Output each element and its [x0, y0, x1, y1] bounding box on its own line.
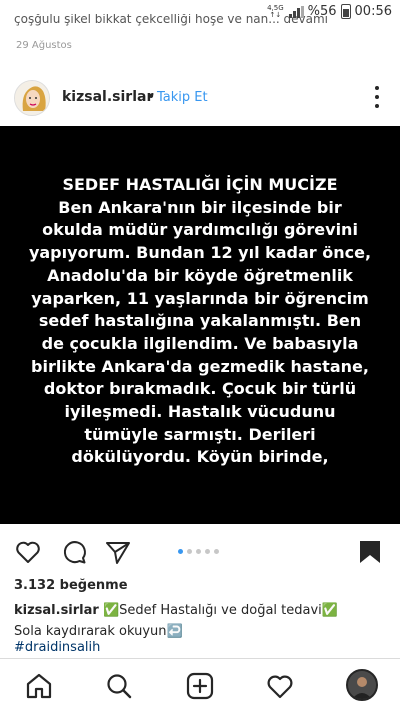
avatar[interactable] [14, 80, 50, 116]
add-post-icon[interactable] [185, 671, 215, 701]
battery-icon [340, 4, 351, 19]
post-actions [0, 532, 400, 572]
clock: 00:56 [354, 4, 392, 19]
heart-icon[interactable] [265, 671, 295, 701]
carousel-dot [187, 549, 192, 554]
profile-picture [348, 671, 376, 699]
status-indicators: 4,5G ↑↓ %56 00:56 [267, 4, 392, 19]
post-username[interactable]: kizsal.sirlar [62, 89, 153, 105]
caption-line-2: Sola kaydırarak okuyun↩️ [14, 624, 183, 639]
network-indicator: 4,5G ↑↓ [267, 4, 284, 19]
bookmark-icon[interactable] [356, 538, 384, 566]
avatar-illustration [15, 81, 49, 115]
status-bar: çoşğulu şikel bikkat çekcelliği hoşe ve … [0, 0, 400, 26]
caption-line-1: ✅Sedef Hastalığı ve doğal tedavi✅ [102, 603, 338, 618]
carousel-dot-active [178, 549, 183, 554]
hashtag-link[interactable]: #draidinsalih [14, 640, 100, 655]
follow-button[interactable]: Takip Et [157, 90, 208, 105]
search-icon[interactable] [104, 671, 134, 701]
send-icon[interactable] [104, 538, 132, 566]
caption: kizsal.sirlar ✅Sedef Hastalığı ve doğal … [14, 600, 394, 642]
post-image-text: SEDEF HASTALIĞI İÇİN MUCİZE Ben Ankara'n… [28, 175, 372, 467]
battery-percent: %56 [307, 4, 337, 19]
previous-post-date: 29 Ağustos [16, 40, 72, 51]
caption-username[interactable]: kizsal.sirlar [14, 603, 99, 618]
more-options-icon[interactable] [374, 86, 380, 108]
home-icon[interactable] [24, 671, 54, 701]
carousel-indicator [178, 549, 219, 554]
post-image[interactable]: SEDEF HASTALIĞI İÇİN MUCİZE Ben Ankara'n… [0, 126, 400, 524]
carousel-dot [205, 549, 210, 554]
separator-dot: • [147, 89, 156, 105]
heart-icon[interactable] [14, 538, 42, 566]
profile-avatar[interactable] [346, 669, 378, 701]
post-header: kizsal.sirlar • Takip Et [0, 72, 400, 124]
bottom-navigation [0, 658, 400, 711]
network-arrows: ↑↓ [269, 10, 282, 19]
carousel-dot [196, 549, 201, 554]
likes-count[interactable]: 3.132 beğenme [14, 578, 128, 593]
comment-icon[interactable] [60, 538, 88, 566]
signal-icon [288, 5, 304, 18]
carousel-dot [214, 549, 219, 554]
